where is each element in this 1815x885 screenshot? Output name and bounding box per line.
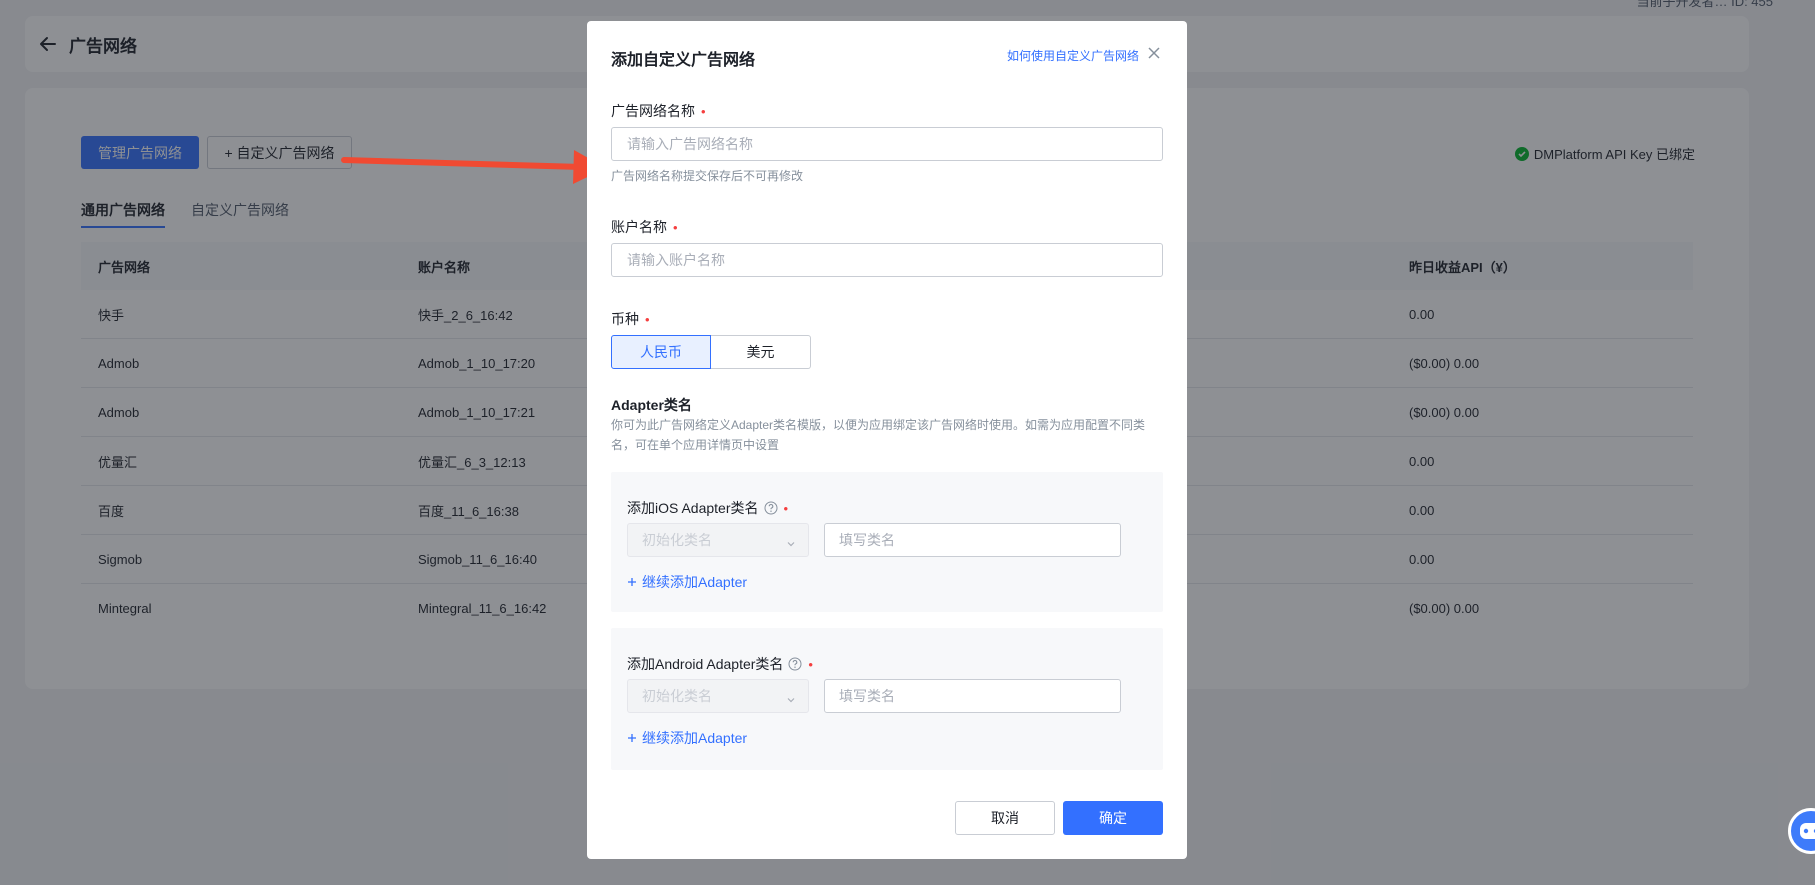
add-custom-network-modal: 添加自定义广告网络 如何使用自定义广告网络 广告网络名称 • 广告网络名称提交保存… [587,21,1187,859]
plus-icon [627,730,637,746]
currency-label: 币种 • [611,309,650,329]
chevron-down-icon [786,692,796,703]
adapter-section-title: Adapter类名 [611,397,692,413]
android-add-adapter-label: 继续添加Adapter [642,730,748,746]
android-adapter-label: 添加Android Adapter类名 • [627,654,813,674]
network-name-hint: 广告网络名称提交保存后不可再修改 [611,169,804,183]
ios-adapter-panel: 添加iOS Adapter类名 • 初始化类名 继续添加Adapter [611,472,1163,612]
required-mark: • [783,500,789,516]
modal-title: 添加自定义广告网络 [611,52,756,69]
required-mark: • [701,104,706,119]
assistant-robot-icon[interactable] [1788,808,1815,854]
help-link[interactable]: 如何使用自定义广告网络 [1007,47,1139,64]
question-circle-icon[interactable] [788,657,802,671]
android-init-class-select[interactable]: 初始化类名 [627,679,809,713]
android-select-placeholder: 初始化类名 [642,688,712,704]
ios-add-adapter-link[interactable]: 继续添加Adapter [627,572,747,592]
android-adapter-label-text: 添加Android Adapter类名 [627,656,784,672]
ios-adapter-label-text: 添加iOS Adapter类名 [627,500,759,516]
ios-add-adapter-label: 继续添加Adapter [642,574,748,590]
ios-init-class-select[interactable]: 初始化类名 [627,523,809,557]
ios-class-name-input[interactable] [824,523,1121,557]
close-icon[interactable] [1147,46,1161,60]
plus-icon [627,574,637,590]
android-adapter-panel: 添加Android Adapter类名 • 初始化类名 继续添加Adapter [611,628,1163,770]
required-mark: • [645,312,650,327]
network-name-input[interactable] [611,127,1163,161]
cancel-button[interactable]: 取消 [955,801,1055,835]
currency-label-text: 币种 [611,311,639,327]
required-mark: • [673,220,678,235]
ios-select-placeholder: 初始化类名 [642,532,712,548]
currency-cny-option[interactable]: 人民币 [611,335,711,369]
confirm-button[interactable]: 确定 [1063,801,1163,835]
network-name-label: 广告网络名称 • [611,101,706,121]
currency-radio-group: 人民币 美元 [611,335,811,369]
ios-adapter-label: 添加iOS Adapter类名 • [627,498,788,518]
network-name-label-text: 广告网络名称 [611,103,695,119]
required-mark: • [808,656,813,672]
android-add-adapter-link[interactable]: 继续添加Adapter [627,728,747,748]
currency-usd-option[interactable]: 美元 [711,335,811,369]
adapter-section-description: 你可为此广告网络定义Adapter类名模版，以便为应用绑定该广告网络时使用。如需… [611,418,1146,452]
chevron-down-icon [786,536,796,547]
android-class-name-input[interactable] [824,679,1121,713]
account-name-input[interactable] [611,243,1163,277]
question-circle-icon[interactable] [764,501,778,515]
account-name-label: 账户名称 • [611,217,678,237]
account-name-label-text: 账户名称 [611,219,667,235]
